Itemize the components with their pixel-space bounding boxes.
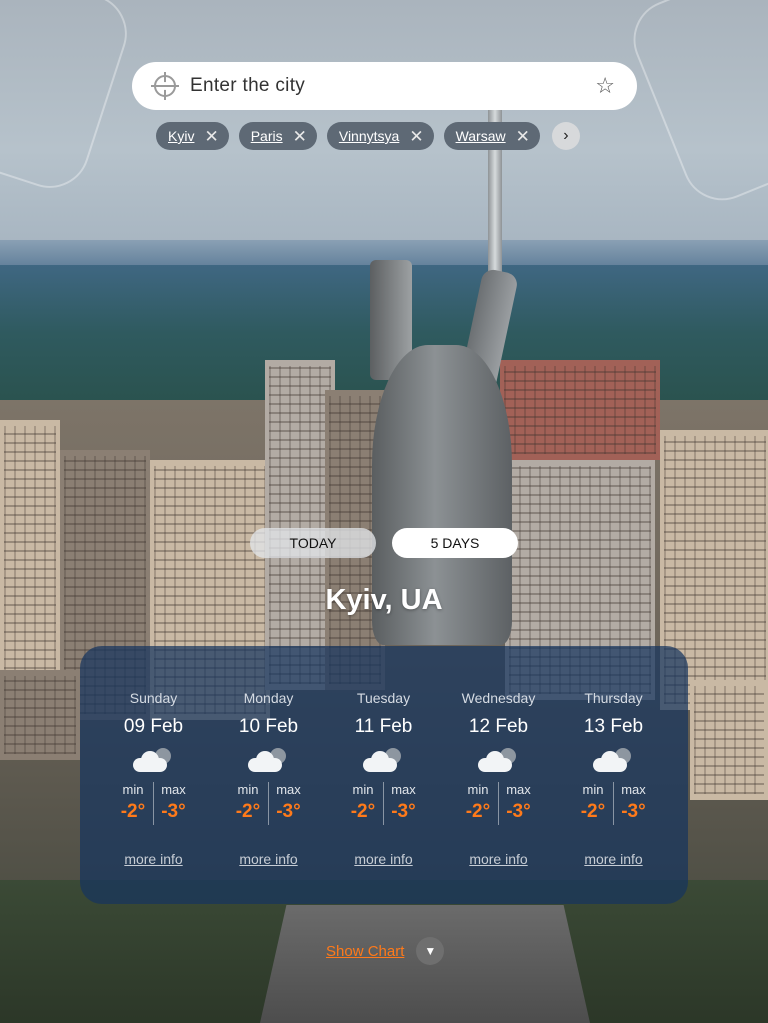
city-chip[interactable]: Vinnytsya ✕ [326, 122, 434, 150]
more-info-link[interactable]: more info [584, 851, 642, 867]
max-label: max [506, 782, 531, 797]
degree-unit: ° [638, 801, 646, 822]
forecast-panel: Sunday 09 Feb min -2° max -3° more info Mo… [80, 646, 688, 904]
degree-unit: ° [178, 801, 186, 822]
close-icon[interactable]: ✕ [293, 128, 307, 145]
star-icon[interactable]: ☆ [595, 75, 615, 97]
more-info-link[interactable]: more info [354, 851, 412, 867]
degree-unit: ° [252, 801, 261, 822]
day-date: 11 Feb [354, 716, 413, 737]
city-chip-label[interactable]: Vinnytsya [339, 128, 399, 144]
max-label: max [391, 782, 416, 797]
close-icon[interactable]: ✕ [409, 128, 423, 145]
max-temp: -3 [391, 801, 409, 822]
day-date: 12 Feb [468, 716, 529, 737]
forecast-day: Thursday 13 Feb min -2° max -3° more info [556, 646, 671, 904]
close-icon[interactable]: ✕ [204, 128, 218, 145]
degree-unit: ° [597, 801, 606, 822]
city-chip[interactable]: Kyiv ✕ [156, 122, 229, 150]
max-temp: -3 [276, 801, 294, 822]
five-days-button[interactable]: 5 DAYS [392, 528, 518, 558]
max-label: max [621, 782, 646, 797]
partly-cloudy-icon [246, 748, 292, 774]
view-toggle: TODAY 5 DAYS [250, 528, 518, 558]
city-search-bar: ☆ [132, 62, 637, 110]
day-name: Sunday [129, 690, 178, 706]
day-name: Wednesday [461, 690, 536, 706]
city-chip-label[interactable]: Paris [251, 128, 283, 144]
min-label: min [237, 782, 259, 797]
max-temp: -3 [506, 801, 524, 822]
min-temp: -2 [235, 801, 253, 822]
min-temp: -2 [120, 801, 138, 822]
city-chip-label[interactable]: Warsaw [456, 128, 506, 144]
city-chip[interactable]: Paris ✕ [238, 122, 317, 150]
min-temp: -2 [465, 801, 483, 822]
min-label: min [122, 782, 144, 797]
day-date: 13 Feb [583, 716, 644, 737]
degree-unit: ° [367, 801, 376, 822]
min-label: min [352, 782, 374, 797]
degree-unit: ° [293, 801, 301, 822]
chevron-down-icon[interactable]: ▼ [416, 937, 445, 965]
crosshair-icon[interactable] [151, 72, 179, 100]
day-name: Tuesday [356, 690, 411, 706]
show-chart-toggle[interactable]: Show Chart ▼ [326, 937, 445, 965]
recent-cities-list: Kyiv ✕ Paris ✕ Vinnytsya ✕ Warsaw ✕ › [156, 122, 580, 150]
forecast-day: Monday 10 Feb min -2° max -3° more info [211, 646, 326, 904]
day-date: 10 Feb [238, 716, 299, 737]
forecast-day: Wednesday 12 Feb min -2° max -3° more info [441, 646, 556, 904]
day-date: 09 Feb [123, 716, 184, 737]
partly-cloudy-icon [361, 748, 407, 774]
degree-unit: ° [482, 801, 491, 822]
city-search-input[interactable] [190, 75, 596, 97]
location-title: Kyiv, UA [325, 584, 443, 616]
today-button[interactable]: TODAY [250, 528, 376, 558]
max-label: max [276, 782, 301, 797]
max-temp: -3 [621, 801, 639, 822]
city-chip-label[interactable]: Kyiv [168, 128, 194, 144]
min-label: min [582, 782, 604, 797]
day-name: Thursday [584, 690, 643, 706]
forecast-day: Sunday 09 Feb min -2° max -3° more info [96, 646, 211, 904]
min-temp: -2 [580, 801, 598, 822]
partly-cloudy-icon [591, 748, 637, 774]
forecast-day: Tuesday 11 Feb min -2° max -3° more info [326, 646, 441, 904]
max-label: max [161, 782, 186, 797]
close-icon[interactable]: ✕ [516, 128, 530, 145]
more-info-link[interactable]: more info [239, 851, 297, 867]
partly-cloudy-icon [131, 748, 177, 774]
min-temp: -2 [350, 801, 368, 822]
more-info-link[interactable]: more info [124, 851, 182, 867]
min-label: min [467, 782, 489, 797]
degree-unit: ° [523, 801, 531, 822]
max-temp: -3 [161, 801, 179, 822]
more-info-link[interactable]: more info [469, 851, 527, 867]
show-chart-link[interactable]: Show Chart [326, 943, 404, 960]
partly-cloudy-icon [476, 748, 522, 774]
degree-unit: ° [137, 801, 146, 822]
city-chip[interactable]: Warsaw ✕ [443, 122, 540, 150]
degree-unit: ° [408, 801, 416, 822]
day-name: Monday [243, 690, 294, 706]
chevron-right-icon[interactable]: › [551, 122, 580, 150]
